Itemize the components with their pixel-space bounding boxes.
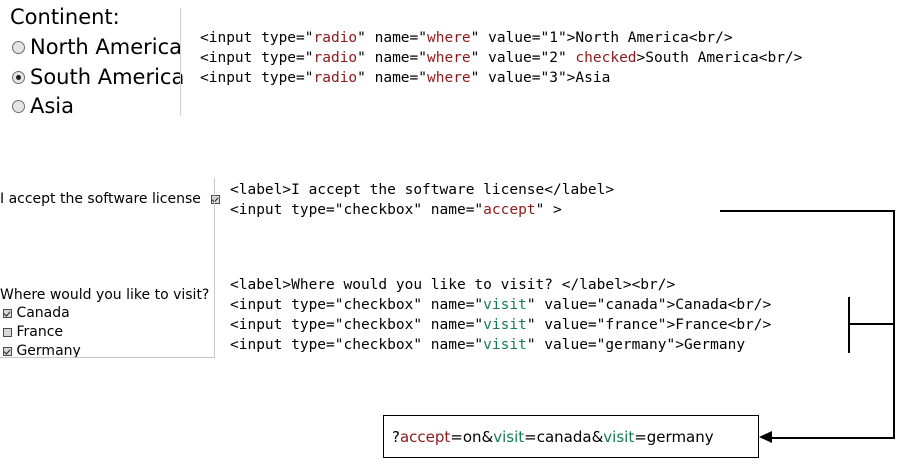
radio-label: North America [30, 35, 183, 59]
radio-code-line-1: <input type="radio" name="where" value="… [200, 30, 733, 46]
visit-code-line-4: <input type="checkbox" name="visit" valu… [230, 337, 746, 353]
connector-vertical [893, 210, 895, 439]
radio-option-asia[interactable]: Asia [12, 91, 74, 121]
visit-option-france[interactable]: France [3, 323, 63, 341]
checkbox-demo-frame-bottom [0, 357, 215, 358]
visit-code-line-1: <label>Where would you like to visit? </… [230, 277, 676, 293]
checkbox-demo-frame-right [214, 178, 215, 358]
radio-option-south-america[interactable]: South America [12, 62, 184, 92]
option-label: France [16, 324, 64, 340]
visit-option-canada[interactable]: Canada [3, 304, 70, 322]
accept-connector [720, 210, 895, 212]
query-string-box: ? accept =on& visit =canada& visit =germany [383, 415, 759, 458]
accept-row[interactable]: I accept the software license [0, 190, 221, 208]
germany-checkbox[interactable] [3, 346, 12, 356]
radio-label: South America [30, 65, 185, 89]
connector-to-query [770, 437, 895, 439]
visit-code-line-2: <input type="checkbox" name="visit" valu… [230, 297, 772, 313]
radio-code-line-2: <input type="radio" name="where" value="… [200, 50, 803, 66]
france-checkbox[interactable] [3, 327, 12, 337]
visit-bracket [848, 297, 850, 353]
radio-code-line-3: <input type="radio" name="where" value="… [200, 70, 611, 86]
canada-checkbox[interactable] [3, 308, 12, 318]
visit-connector [848, 323, 895, 325]
arrow-head-icon [759, 431, 772, 443]
visit-code-line-3: <input type="checkbox" name="visit" valu… [230, 317, 772, 333]
radio-button[interactable] [12, 99, 25, 113]
radio-demo-divider [180, 8, 181, 116]
radio-button-selected[interactable] [12, 70, 25, 84]
accept-code-line-1: <label>I accept the software license</la… [230, 182, 615, 198]
option-label: Canada [16, 305, 70, 321]
continent-label: Continent: [10, 5, 120, 29]
accept-checkbox[interactable] [211, 194, 221, 204]
accept-label: I accept the software license [0, 191, 201, 207]
radio-label: Asia [30, 94, 75, 118]
radio-option-north-america[interactable]: North America [12, 32, 182, 62]
radio-button[interactable] [12, 40, 25, 54]
accept-code-line-2: <input type="checkbox" name="accept" > [230, 202, 562, 218]
visit-label: Where would you like to visit? [0, 287, 210, 303]
